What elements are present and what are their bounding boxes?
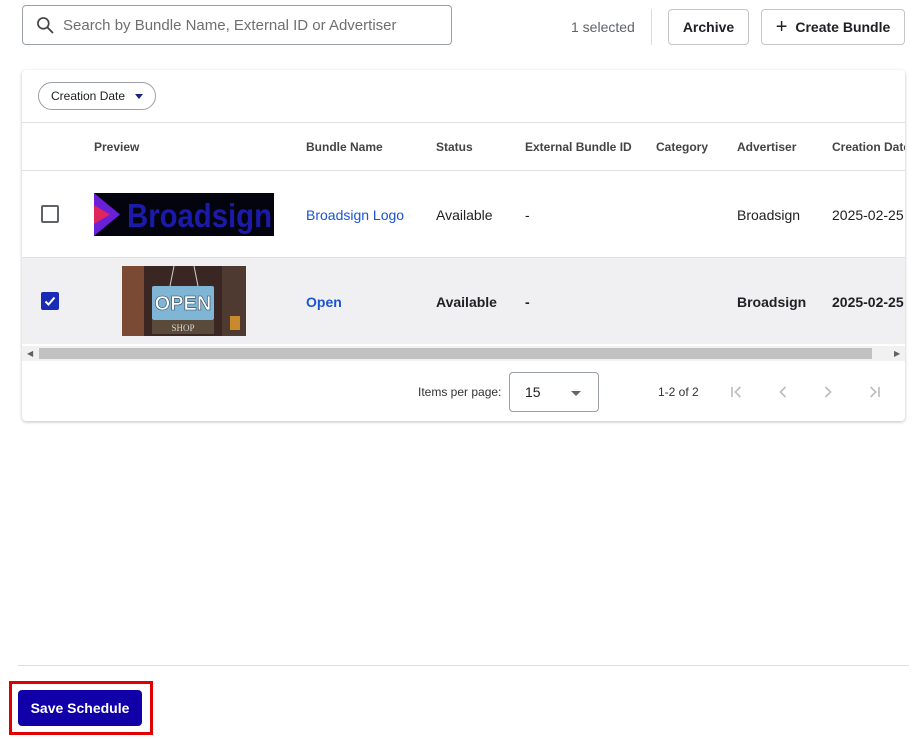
row-checkbox[interactable] [41,205,59,223]
preview-thumbnail: Broadsign [94,193,274,236]
column-header-status[interactable]: Status [436,140,473,154]
advertiser-cell: Broadsign [737,207,801,223]
save-schedule-button[interactable]: Save Schedule [18,690,142,726]
bundles-table-card: Creation Date Preview Bundle Name Status… [22,70,905,421]
divider [22,122,905,123]
external-id-cell: - [525,294,530,310]
next-page-button[interactable] [816,380,840,404]
items-per-page-select[interactable]: 15 [509,372,599,412]
items-per-page-label: Items per page: [418,385,502,399]
broadsign-logo-text: Broadsign [127,197,272,234]
selected-count: 1 selected [571,19,635,35]
checkmark-icon [44,296,56,306]
shop-sign-text: SHOP [171,323,194,333]
external-id-cell: - [525,207,530,223]
first-page-icon [731,386,741,398]
plus-icon: + [775,16,788,38]
search-field[interactable] [22,5,452,45]
column-header-creation-date[interactable]: Creation Date [832,140,905,154]
open-sign-text: OPEN [155,293,212,315]
column-header-bundle-name[interactable]: Bundle Name [306,140,383,154]
table-row[interactable]: OPEN SHOP Open Available - Broadsign 202… [22,258,905,344]
column-header-advertiser[interactable]: Advertiser [737,140,796,154]
toolbar-divider [651,9,652,45]
chevron-left-icon [779,386,787,398]
status-cell: Available [436,294,497,310]
first-page-button[interactable] [725,380,749,404]
create-bundle-label: Create Bundle [795,19,891,35]
footer-divider [18,665,909,666]
creation-date-cell: 2025-02-25 [832,294,904,310]
column-header-preview[interactable]: Preview [94,140,139,154]
scroll-left-icon[interactable]: ◀ [27,349,33,358]
scroll-right-icon[interactable]: ▶ [894,349,900,358]
creation-date-cell: 2025-02-25 [832,207,904,223]
horizontal-scrollbar[interactable]: ◀ ▶ [22,346,905,361]
status-cell: Available [436,207,493,223]
archive-button[interactable]: Archive [668,9,749,45]
advertiser-cell: Broadsign [737,294,807,310]
create-bundle-button[interactable]: + Create Bundle [761,9,905,45]
search-icon [37,17,54,34]
scrollbar-thumb[interactable] [39,348,872,359]
column-header-category[interactable]: Category [656,140,708,154]
items-per-page-value: 15 [525,384,541,400]
caret-down-icon [571,391,581,396]
column-header-external-bundle-id[interactable]: External Bundle ID [525,140,632,154]
last-page-icon [870,386,880,398]
bundle-name-link[interactable]: Open [306,294,342,310]
chevron-right-icon [824,386,832,398]
caret-down-icon [135,93,144,99]
creation-date-filter-chip[interactable]: Creation Date [38,82,157,110]
filter-chip-label: Creation Date [51,89,126,103]
search-input[interactable] [63,16,443,34]
preview-thumbnail: OPEN SHOP [122,266,246,336]
last-page-button[interactable] [862,380,886,404]
pagination-range: 1-2 of 2 [658,385,699,399]
bundle-name-link[interactable]: Broadsign Logo [306,207,404,223]
table-row[interactable]: Broadsign Broadsign Logo Available - Bro… [22,171,905,257]
previous-page-button[interactable] [771,380,795,404]
row-checkbox[interactable] [41,292,59,310]
